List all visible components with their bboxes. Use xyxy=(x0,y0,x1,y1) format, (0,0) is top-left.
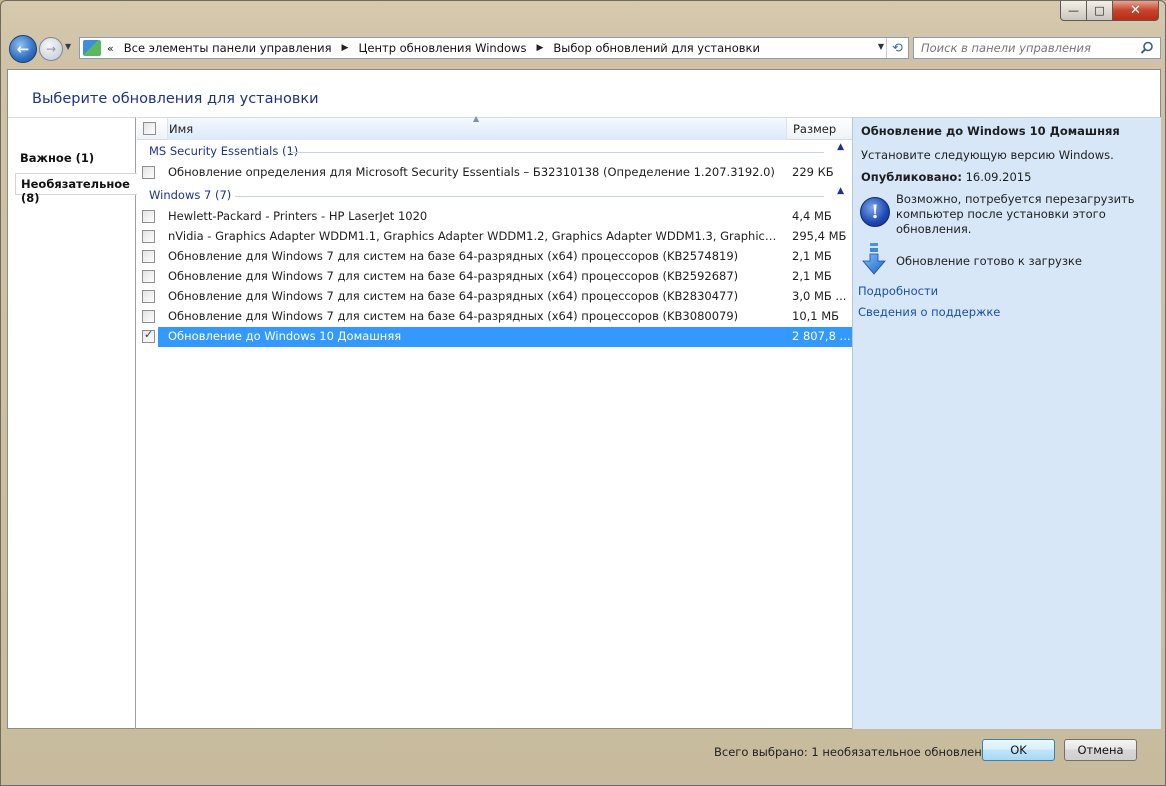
search-input[interactable] xyxy=(914,41,1134,55)
update-name: Обновление для Windows 7 для систем на б… xyxy=(168,269,739,283)
row-checkbox[interactable] xyxy=(142,166,155,179)
update-name: Обновление для Windows 7 для систем на б… xyxy=(168,309,739,323)
update-name: Обновление для Windows 7 для систем на б… xyxy=(168,289,739,303)
details-description: Установите следующую версию Windows. xyxy=(861,148,1114,162)
column-header: ▲ Имя Размер xyxy=(137,114,852,140)
group-header-security-essentials[interactable]: MS Security Essentials (1) ▲ xyxy=(149,142,844,160)
recent-pages-button[interactable]: ▼ xyxy=(65,42,71,51)
table-row[interactable]: Обновление для Windows 7 для систем на б… xyxy=(137,287,852,307)
control-panel-icon xyxy=(83,40,101,56)
cancel-button[interactable]: Отмена xyxy=(1064,739,1137,761)
search-icon[interactable] xyxy=(1140,41,1154,55)
window: — □ ✕ ← → ▼ « Все элементы панели управл… xyxy=(0,0,1166,786)
update-name: Обновление определения для Microsoft Sec… xyxy=(168,165,775,179)
update-name: nVidia - Graphics Adapter WDDM1.1, Graph… xyxy=(168,229,778,243)
column-header-name-label: Имя xyxy=(169,122,194,136)
group-divider xyxy=(289,152,824,153)
details-published: Опубликовано: 16.09.2015 xyxy=(861,170,1031,184)
update-size: 10,1 МБ xyxy=(792,309,840,323)
table-row[interactable]: Hewlett-Packard - Printers - HP LaserJet… xyxy=(137,207,852,227)
update-size: 2,1 МБ xyxy=(792,249,832,263)
update-size: 4,4 МБ xyxy=(792,209,832,223)
arrow-left-icon: ← xyxy=(16,40,30,58)
table-row[interactable]: Обновление для Windows 7 для систем на б… xyxy=(137,267,852,287)
breadcrumb-item-control-panel[interactable]: Все элементы панели управления xyxy=(124,41,332,55)
arrow-right-icon: → xyxy=(45,42,57,56)
main-content: Выберите обновления для установки Важное… xyxy=(7,69,1161,729)
table-row[interactable]: Обновление определения для Microsoft Sec… xyxy=(137,163,852,183)
selection-status: Всего выбрано: 1 необязательное обновлен… xyxy=(714,745,997,759)
table-row[interactable]: Обновление для Windows 7 для систем на б… xyxy=(137,307,852,327)
breadcrumb: « Все элементы панели управления ▶ Центр… xyxy=(101,38,760,58)
group-divider xyxy=(235,196,824,197)
restart-notice: Возможно, потребуется перезагрузить комп… xyxy=(896,192,1135,236)
details-link[interactable]: Подробности xyxy=(858,284,938,298)
category-important[interactable]: Важное (1) xyxy=(20,151,94,165)
update-size: 295,4 МБ xyxy=(792,229,847,243)
page-title: Выберите обновления для установки xyxy=(32,91,319,107)
back-button[interactable]: ← xyxy=(9,35,37,63)
published-date: 16.09.2015 xyxy=(965,170,1032,184)
collapse-icon[interactable]: ▲ xyxy=(837,186,844,196)
row-checkbox[interactable] xyxy=(142,210,155,223)
download-arrow-icon xyxy=(862,243,886,275)
caption-buttons: — □ ✕ xyxy=(1060,1,1159,21)
collapse-icon[interactable]: ▲ xyxy=(837,142,844,152)
category-nav: Важное (1) Необязательное (8) xyxy=(8,117,137,729)
update-size: 229 КБ xyxy=(792,165,834,179)
row-checkbox[interactable] xyxy=(142,250,155,263)
update-size: 2 807,8 ... xyxy=(792,329,850,343)
address-dropdown-icon[interactable]: ▼ xyxy=(878,42,884,51)
group-title: Windows 7 (7) xyxy=(149,188,232,202)
update-name: Hewlett-Packard - Printers - HP LaserJet… xyxy=(168,209,428,223)
table-row[interactable]: nVidia - Graphics Adapter WDDM1.1, Graph… xyxy=(137,227,852,247)
refresh-button[interactable]: ⟲ xyxy=(886,38,908,58)
ready-status: Обновление готово к загрузке xyxy=(896,254,1082,268)
group-header-windows-7[interactable]: Windows 7 (7) ▲ xyxy=(149,186,844,204)
sort-ascending-icon: ▲ xyxy=(473,114,480,123)
published-label: Опубликовано: xyxy=(861,170,962,184)
update-size: 2,1 МБ xyxy=(792,269,832,283)
address-bar[interactable]: « Все элементы панели управления ▶ Центр… xyxy=(79,37,909,59)
breadcrumb-item-windows-update[interactable]: Центр обновления Windows xyxy=(358,41,526,55)
breadcrumb-item-select-updates[interactable]: Выбор обновлений для установки xyxy=(553,41,760,55)
breadcrumb-separator-icon[interactable]: ▶ xyxy=(342,43,349,53)
info-icon: ! xyxy=(860,197,890,227)
update-name: Обновление до Windows 10 Домашняя xyxy=(168,329,402,343)
close-button[interactable]: ✕ xyxy=(1113,1,1159,21)
details-pane: Обновление до Windows 10 Домашняя Устано… xyxy=(852,117,1161,729)
forward-button[interactable]: → xyxy=(39,37,63,61)
update-name: Обновление для Windows 7 для систем на б… xyxy=(168,249,739,263)
maximize-button[interactable]: □ xyxy=(1087,1,1113,21)
row-checkbox[interactable] xyxy=(142,270,155,283)
table-row[interactable]: Обновление для Windows 7 для систем на б… xyxy=(137,247,852,267)
column-header-name[interactable]: ▲ Имя xyxy=(167,114,787,140)
breadcrumb-separator-icon[interactable]: ▶ xyxy=(536,43,543,53)
row-checkbox-checked[interactable] xyxy=(142,328,155,343)
chevron-down-icon: ▼ xyxy=(65,42,72,51)
category-optional[interactable]: Необязательное (8) xyxy=(15,173,137,205)
refresh-icon: ⟲ xyxy=(892,40,903,56)
breadcrumb-overflow[interactable]: « xyxy=(107,42,114,55)
select-all-checkbox[interactable] xyxy=(143,122,156,135)
update-size: 3,0 МБ ... xyxy=(792,289,847,303)
row-checkbox[interactable] xyxy=(142,290,155,303)
details-title: Обновление до Windows 10 Домашняя xyxy=(861,124,1120,138)
row-checkbox[interactable] xyxy=(142,230,155,243)
group-title: MS Security Essentials (1) xyxy=(149,144,299,158)
ok-button[interactable]: OK xyxy=(982,739,1055,761)
column-header-size[interactable]: Размер xyxy=(793,122,836,136)
row-checkbox[interactable] xyxy=(142,310,155,323)
navigation-bar: ← → ▼ « Все элементы панели управления ▶… xyxy=(7,35,1161,65)
support-info-link[interactable]: Сведения о поддержке xyxy=(858,305,1000,319)
updates-list: ▲ Имя Размер MS Security Essentials (1) … xyxy=(137,114,852,729)
table-row-selected[interactable]: Обновление до Windows 10 Домашняя 2 807,… xyxy=(137,327,852,347)
search-box xyxy=(913,37,1161,59)
minimize-button[interactable]: — xyxy=(1060,1,1087,21)
